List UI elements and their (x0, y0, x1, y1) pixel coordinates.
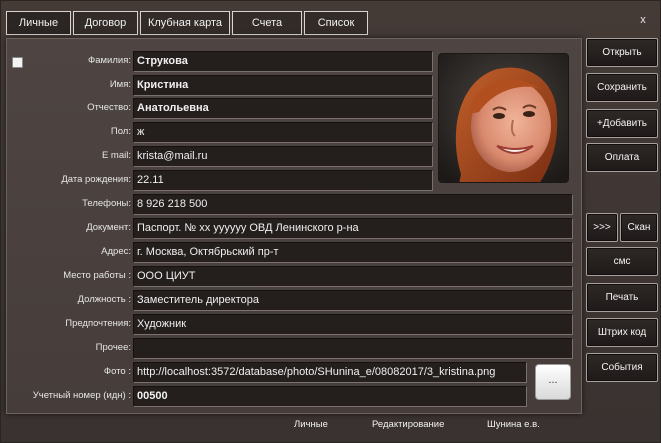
tab-list[interactable]: Список (304, 11, 368, 35)
tab-club-card[interactable]: Клубная карта (140, 11, 230, 35)
other-label: Прочее: (95, 342, 131, 353)
first-name-field[interactable]: Кристина (133, 75, 433, 96)
last-name-label: Фамилия: (88, 55, 131, 66)
document-label: Документ: (86, 222, 131, 233)
account-number-label: Учетный номер (идн) : (32, 390, 131, 401)
events-button[interactable]: События (586, 353, 658, 382)
last-name-field[interactable]: Струкова (133, 51, 433, 72)
status-user: Шунина е.в. (487, 419, 540, 430)
document-field[interactable]: Паспорт. № хх уууууу ОВД Ленинского р-на (133, 218, 573, 239)
address-field[interactable]: г. Москва, Октябрьский пр-т (133, 242, 573, 263)
gender-label: Пол: (110, 126, 131, 137)
birth-date-field[interactable]: 22.11 (133, 170, 433, 191)
gender-field[interactable]: ж (133, 122, 433, 143)
save-button[interactable]: Сохранить (586, 73, 658, 102)
phones-field[interactable]: 8 926 218 500 (133, 194, 573, 215)
preferences-label: Предпочтения: (65, 318, 131, 329)
other-field[interactable] (133, 338, 573, 359)
barcode-button[interactable]: Штрих код (586, 318, 658, 347)
photo-url-field[interactable]: http://localhost:3572/database/photo/SHu… (133, 362, 527, 383)
status-mode: Редактирование (372, 419, 445, 430)
tab-accounts[interactable]: Счета (232, 11, 302, 35)
first-name-label: Имя: (109, 79, 131, 90)
client-card-window: Личные Договор Клубная карта Счета Списо… (0, 0, 661, 443)
close-icon[interactable]: x (637, 13, 649, 27)
add-button[interactable]: +Добавить (586, 109, 658, 138)
print-button[interactable]: Печать (586, 283, 658, 312)
patronymic-field[interactable]: Анатольевна (133, 98, 433, 119)
account-number-field[interactable]: 00500 (133, 386, 527, 407)
sms-button[interactable]: смс (586, 247, 658, 276)
email-field[interactable]: krista@mail.ru (133, 146, 433, 167)
tab-contract[interactable]: Договор (73, 11, 138, 35)
address-label: Адрес: (101, 246, 131, 257)
position-field[interactable]: Заместитель директора (133, 290, 573, 311)
portrait-image (439, 54, 568, 182)
patronymic-label: Отчество: (87, 102, 131, 113)
workplace-field[interactable]: ООО ЦИУТ (133, 266, 573, 287)
preferences-field[interactable]: Художник (133, 314, 573, 335)
browse-photo-button[interactable]: ... (535, 364, 571, 400)
workplace-label: Место работы : (63, 270, 131, 281)
payment-button[interactable]: Оплата (586, 143, 658, 172)
phones-label: Телефоны: (82, 198, 131, 209)
tab-personal[interactable]: Личные (6, 11, 71, 35)
birth-date-label: Дата рождения: (61, 174, 131, 185)
client-photo (438, 53, 569, 183)
email-label: E mail: (101, 150, 131, 161)
scan-button[interactable]: Скан (620, 213, 658, 242)
status-section: Личные (294, 419, 328, 430)
open-button[interactable]: Открыть (586, 38, 658, 67)
photo-label: Фото : (103, 366, 131, 377)
forward-button[interactable]: >>> (586, 213, 618, 242)
position-label: Должность : (77, 294, 131, 305)
